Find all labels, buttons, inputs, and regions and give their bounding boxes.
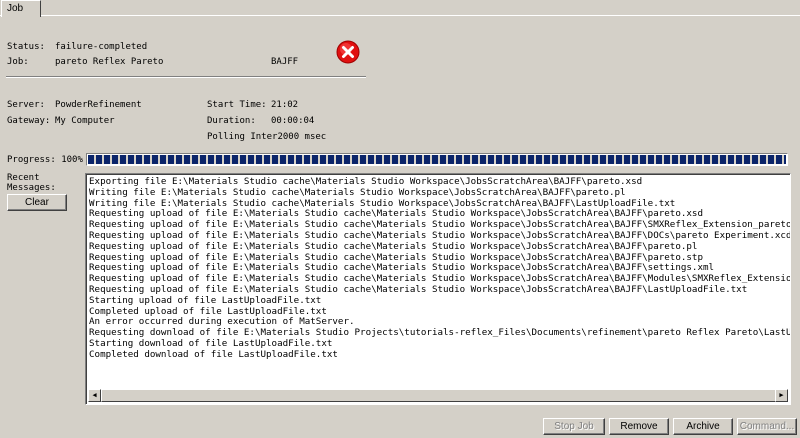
status-value: failure-completed xyxy=(55,42,148,52)
job-label: Job: xyxy=(7,57,29,67)
start-time-label: Start Time: xyxy=(207,100,267,110)
error-icon xyxy=(336,40,360,64)
messages-label-line1: Recent xyxy=(7,173,40,183)
horizontal-scrollbar[interactable]: ◀ ▶ xyxy=(88,389,788,402)
status-label: Status: xyxy=(7,42,45,52)
job-name: pareto Reflex Pareto xyxy=(55,57,164,67)
job-panel: Status: failure-completed Job: pareto Re… xyxy=(0,16,800,438)
stop-job-button[interactable]: Stop Job xyxy=(543,418,605,435)
scroll-right-arrow-icon[interactable]: ▶ xyxy=(775,389,788,402)
start-time-value: 21:02 xyxy=(271,100,299,110)
remove-button[interactable]: Remove xyxy=(609,418,669,435)
duration-value: 00:00:04 xyxy=(271,116,315,126)
server-label: Server: xyxy=(7,100,45,110)
log-line: Completed download of file LastUploadFil… xyxy=(89,348,338,360)
progress-bar xyxy=(86,153,788,166)
tab-job[interactable]: Job xyxy=(1,0,41,17)
separator xyxy=(6,76,366,78)
messages-label-line2: Messages: xyxy=(7,183,56,193)
log-line: Requesting upload of file E:\Materials S… xyxy=(89,240,698,252)
scroll-thumb[interactable] xyxy=(101,389,777,402)
log-lines: Exporting file E:\Materials Studio cache… xyxy=(89,176,790,361)
job-id: BAJFF xyxy=(271,57,299,67)
clear-button[interactable]: Clear xyxy=(7,194,67,211)
tab-bar: Job xyxy=(0,0,800,17)
archive-button[interactable]: Archive xyxy=(673,418,733,435)
messages-log[interactable]: Exporting file E:\Materials Studio cache… xyxy=(85,173,791,405)
progress-label: Progress: 100% xyxy=(7,155,83,165)
gateway-label: Gateway: xyxy=(7,116,51,126)
command-button[interactable]: Command... xyxy=(737,418,797,435)
progress-fill xyxy=(88,155,786,164)
gateway-value: My Computer xyxy=(55,116,115,126)
polling-label: Polling Inter2000 msec xyxy=(207,132,327,142)
duration-label: Duration: xyxy=(207,116,256,126)
log-line: Writing file E:\Materials Studio cache\M… xyxy=(89,186,626,198)
polling-value: 2000 msec xyxy=(277,132,327,142)
log-line: Starting upload of file LastUploadFile.t… xyxy=(89,294,322,306)
scroll-left-arrow-icon[interactable]: ◀ xyxy=(88,389,101,402)
server-value: PowderRefinement xyxy=(55,100,142,110)
progress-value: 100% xyxy=(61,155,83,165)
